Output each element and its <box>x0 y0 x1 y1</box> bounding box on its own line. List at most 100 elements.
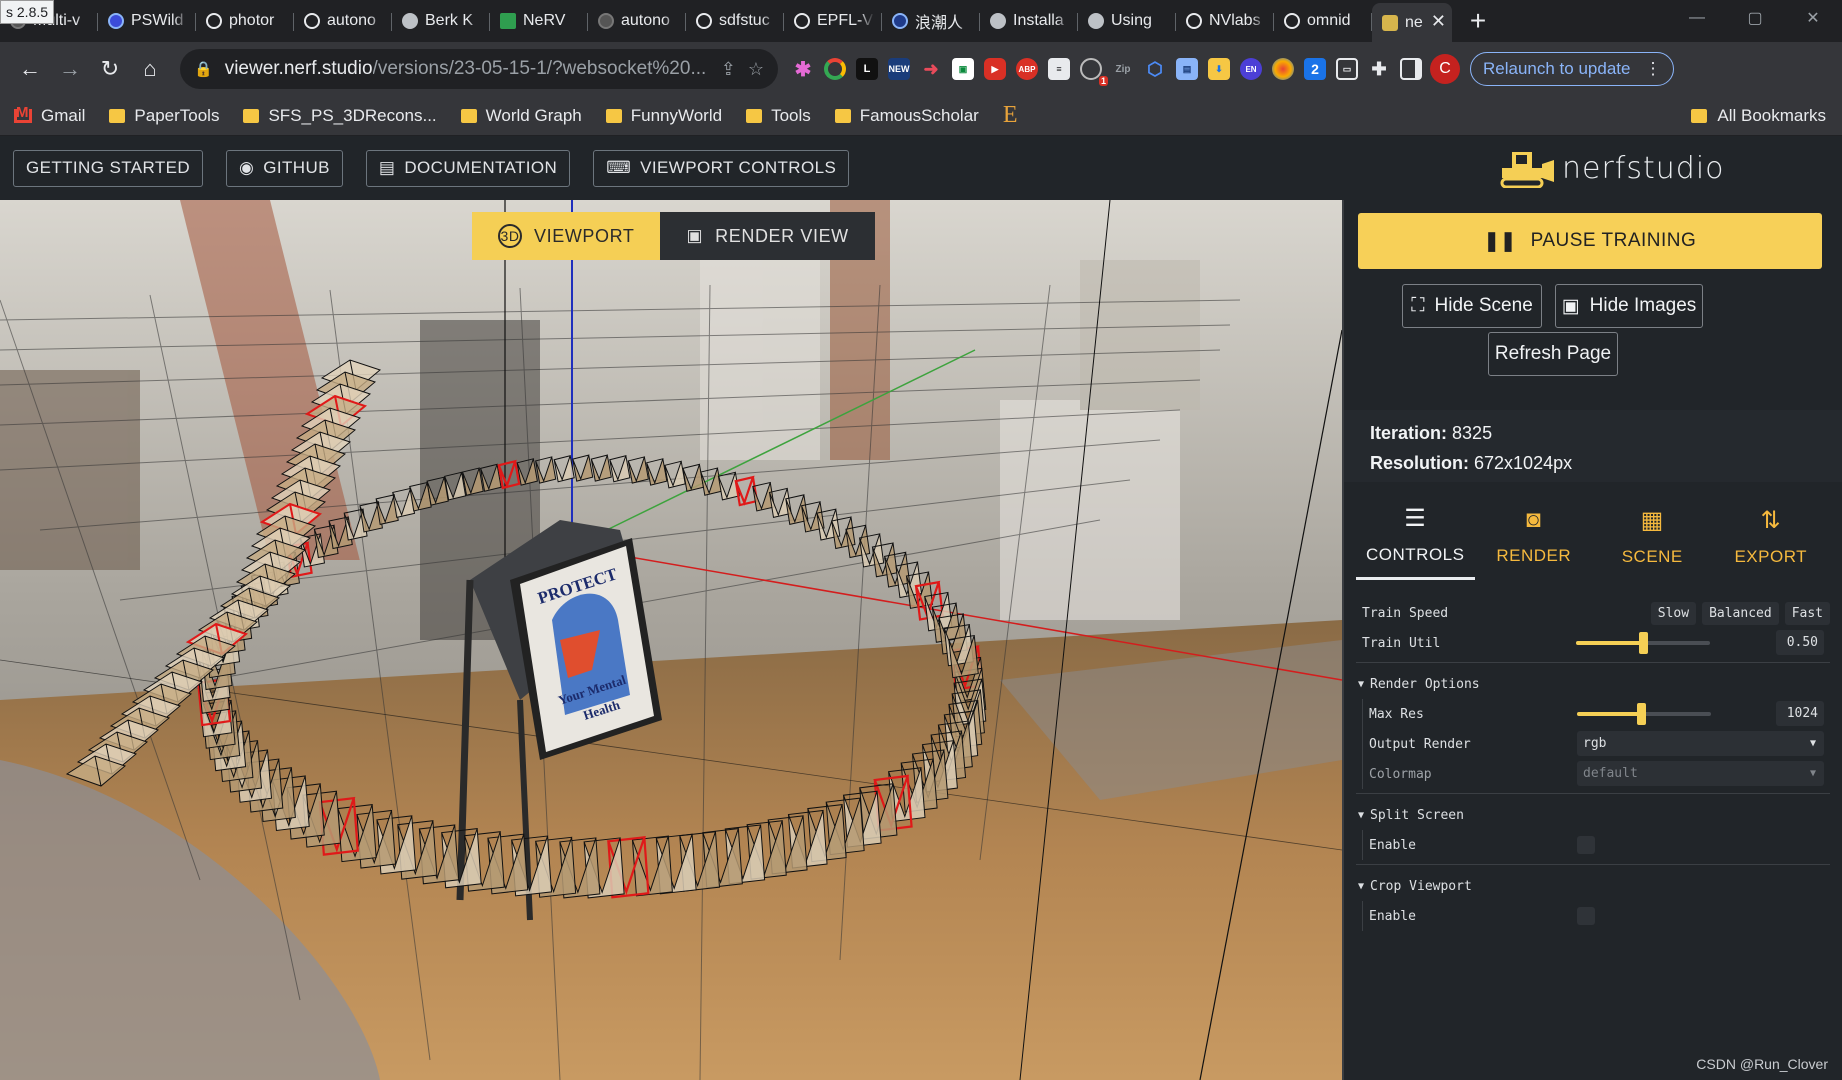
tab-controls[interactable]: ☰ CONTROLS <box>1356 492 1475 580</box>
folder-icon <box>109 108 126 123</box>
browser-tab[interactable]: autono <box>588 3 686 39</box>
relaunch-label: Relaunch to update <box>1483 59 1631 78</box>
address-bar[interactable]: 🔒 viewer.nerf.studio /versions/23-05-15-… <box>180 49 778 89</box>
home-icon[interactable]: ⌂ <box>130 49 170 89</box>
new-tab-button[interactable]: + <box>1458 3 1498 39</box>
extension-icon[interactable]: ✱ <box>792 58 814 81</box>
extension-icon[interactable]: EN <box>1240 58 1262 80</box>
extension-icon[interactable] <box>824 58 846 80</box>
browser-tab[interactable]: Using <box>1078 3 1176 39</box>
extension-icon[interactable]: ▭ <box>1336 58 1358 80</box>
viewport-controls-button[interactable]: ⌨ VIEWPORT CONTROLS <box>593 149 850 187</box>
extension-icon[interactable]: ▣ <box>952 58 974 80</box>
refresh-page-button[interactable]: Refresh Page <box>1488 332 1618 376</box>
all-bookmarks[interactable]: All Bookmarks <box>1691 106 1826 126</box>
bookmark-folder[interactable]: PaperTools <box>109 106 219 126</box>
extension-icon[interactable]: ⬡ <box>1144 58 1166 80</box>
colormap-select[interactable]: default ▼ <box>1577 761 1824 786</box>
hide-scene-button[interactable]: ⛶ Hide Scene <box>1402 284 1542 328</box>
maximize-icon[interactable]: ▢ <box>1726 0 1784 36</box>
split-screen-folder[interactable]: ▼ Split Screen <box>1356 800 1830 830</box>
scene-canvas[interactable]: PROTECT Your Mental Health <box>0 200 1342 1080</box>
extension-icon[interactable]: ▶ <box>984 58 1006 80</box>
tab-title: omnid <box>1307 12 1351 29</box>
share-icon[interactable]: ⇪ <box>721 59 736 80</box>
forward-icon[interactable]: → <box>50 49 90 89</box>
pause-icon: ❚❚ <box>1483 230 1517 252</box>
pause-training-button[interactable]: ❚❚ PAUSE TRAINING <box>1358 213 1822 269</box>
bookmark-folder[interactable]: FunnyWorld <box>605 106 722 126</box>
speed-slow-button[interactable]: Slow <box>1650 601 1697 625</box>
crop-viewport-folder[interactable]: ▼ Crop Viewport <box>1356 871 1830 901</box>
close-tab-icon[interactable]: ✕ <box>1431 11 1446 32</box>
bookmark-e[interactable]: E <box>1003 102 1018 129</box>
crop-enable-row: Enable <box>1363 901 1830 931</box>
browser-tab[interactable]: photor <box>196 3 294 39</box>
close-window-icon[interactable]: ✕ <box>1784 0 1842 36</box>
browser-tab[interactable]: Berk K <box>392 3 490 39</box>
browser-tab[interactable]: autono <box>294 3 392 39</box>
browser-tab[interactable]: NVlabs <box>1176 3 1274 39</box>
extension-icon[interactable]: ➜ <box>920 58 942 80</box>
train-util-slider[interactable] <box>1576 632 1710 654</box>
side-panel-icon[interactable] <box>1400 58 1422 80</box>
minimize-icon[interactable]: — <box>1668 0 1726 36</box>
bookmark-folder[interactable]: World Graph <box>460 106 582 126</box>
documentation-button[interactable]: ▤ DOCUMENTATION <box>365 149 571 187</box>
speed-fast-button[interactable]: Fast <box>1784 601 1830 625</box>
extension-icon[interactable]: ABP <box>1016 58 1038 80</box>
browser-tab[interactable]: Installa <box>980 3 1078 39</box>
extension-icon[interactable]: ⬇ <box>1208 58 1230 80</box>
split-enable-checkbox[interactable] <box>1577 836 1595 854</box>
browser-tab[interactable]: PSWild <box>98 3 196 39</box>
extension-icon[interactable]: NEW <box>888 58 910 80</box>
getting-started-button[interactable]: GETTING STARTED <box>13 149 204 187</box>
bookmark-folder[interactable]: FamousScholar <box>834 106 979 126</box>
extension-icon[interactable]: Zip <box>1112 58 1134 80</box>
hide-images-button[interactable]: ▣ Hide Images <box>1555 284 1703 328</box>
back-icon[interactable]: ← <box>10 49 50 89</box>
tab-label: RENDER VIEW <box>715 225 849 246</box>
browser-tab[interactable]: NeRV <box>490 3 588 39</box>
site-info-icon[interactable]: 🔒 <box>194 60 213 78</box>
speed-balanced-button[interactable]: Balanced <box>1702 601 1779 625</box>
slider-handle[interactable] <box>1639 632 1648 654</box>
github-favicon-icon <box>1284 13 1300 29</box>
extension-icon[interactable]: 1 <box>1080 58 1108 86</box>
github-button[interactable]: ◉ GITHUB <box>226 149 343 187</box>
3d-viewport[interactable]: PROTECT Your Mental Health 3D VIEWPORT ▣… <box>0 200 1342 1080</box>
bookmarks-bar: Gmail PaperTools SFS_PS_3DRecons... Worl… <box>0 96 1842 136</box>
menu-dots-icon[interactable]: ⋮ <box>1644 59 1661 79</box>
extension-icon[interactable]: L <box>856 58 878 80</box>
bookmark-gmail[interactable]: Gmail <box>14 104 85 126</box>
max-res-slider[interactable] <box>1577 703 1711 725</box>
extension-icon[interactable]: 2 <box>1304 58 1326 80</box>
train-util-input[interactable]: 0.50 <box>1776 630 1824 655</box>
tab-render-view[interactable]: ▣ RENDER VIEW <box>660 212 875 260</box>
relaunch-button[interactable]: Relaunch to update ⋮ <box>1470 52 1675 86</box>
tab-scene[interactable]: ▦ SCENE <box>1593 492 1712 580</box>
tab-export[interactable]: ⇅ EXPORT <box>1712 492 1831 580</box>
slider-handle[interactable] <box>1637 703 1647 725</box>
max-res-input[interactable]: 1024 <box>1776 701 1824 726</box>
browser-tab[interactable]: sdfstuc <box>686 3 784 39</box>
reload-icon[interactable]: ↻ <box>90 49 130 89</box>
bookmark-star-icon[interactable]: ☆ <box>748 59 764 80</box>
bookmark-folder[interactable]: Tools <box>746 106 811 126</box>
tab-viewport[interactable]: 3D VIEWPORT <box>472 212 661 260</box>
browser-tab[interactable]: omnid <box>1274 3 1372 39</box>
render-options-folder[interactable]: ▼ Render Options <box>1356 669 1830 699</box>
extensions-puzzle-icon[interactable]: ✚ <box>1368 58 1390 80</box>
extension-icon[interactable]: ≡ <box>1048 58 1070 80</box>
bookmark-folder[interactable]: SFS_PS_3DRecons... <box>243 106 437 126</box>
profile-avatar[interactable]: C <box>1430 54 1460 84</box>
browser-tab[interactable]: ne ✕ <box>1372 3 1452 42</box>
browser-tab[interactable]: 浪潮人 <box>882 3 980 39</box>
crop-enable-checkbox[interactable] <box>1577 907 1595 925</box>
extension-icon[interactable] <box>1272 58 1294 80</box>
iteration-value: 8325 <box>1452 423 1493 443</box>
extension-icon[interactable]: ▤ <box>1176 58 1198 80</box>
output-render-select[interactable]: rgb ▼ <box>1577 731 1824 756</box>
browser-tab[interactable]: EPFL-V <box>784 3 882 39</box>
tab-render[interactable]: ◙ RENDER <box>1475 492 1594 580</box>
